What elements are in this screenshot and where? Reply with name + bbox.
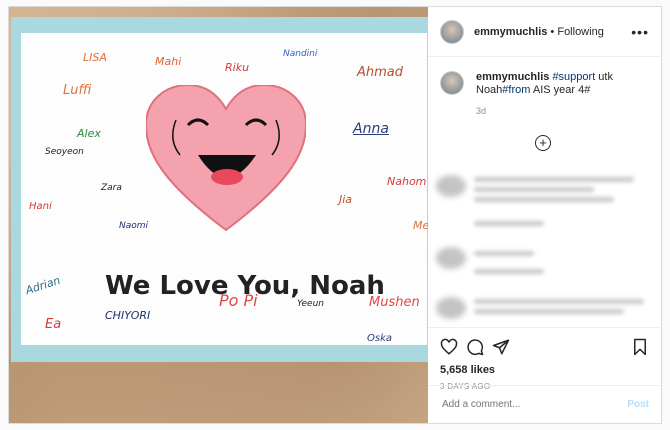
handwritten-name: Zara: [101, 183, 122, 193]
caption-age: 3d: [476, 106, 487, 116]
hashtag-link[interactable]: #from: [502, 84, 530, 96]
handwritten-name: Nandini: [283, 49, 318, 59]
comment-icon[interactable]: [466, 338, 484, 356]
handwritten-name: Naomi: [119, 221, 149, 231]
handwritten-name: Anna: [353, 121, 389, 137]
avatar[interactable]: [440, 71, 464, 95]
handwritten-name: Luffi: [63, 83, 92, 98]
post-sidebar: emmymuchlis • Following ••• emmymuchlis …: [428, 7, 661, 423]
caption-part: utk: [595, 71, 613, 83]
handwritten-name: Jia: [339, 193, 353, 206]
smiling-heart-image: [146, 85, 306, 232]
post-button[interactable]: Post: [627, 399, 649, 410]
handwritten-name: Ahmad: [357, 65, 404, 80]
caption-username[interactable]: emmymuchlis: [476, 71, 549, 83]
separator-dot: •: [547, 25, 558, 38]
post-actions: 5,658 likes 3 DAYS AGO: [428, 327, 661, 391]
post-caption: emmymuchlis #support utk Noah#from AIS y…: [428, 57, 661, 118]
caption-part: Noah: [476, 84, 503, 96]
handwritten-name: Yeeun: [297, 299, 324, 309]
post-header: emmymuchlis • Following •••: [428, 7, 661, 57]
handwritten-name: Alex: [77, 127, 101, 140]
handwritten-name: Oska: [367, 333, 392, 344]
handwritten-name: CHIYORI: [105, 309, 151, 322]
header-user: emmymuchlis • Following: [474, 26, 604, 38]
comment-input[interactable]: [440, 398, 628, 411]
action-icons: [440, 338, 649, 356]
likes-count[interactable]: 5,658 likes: [440, 364, 649, 376]
username-link[interactable]: emmymuchlis: [474, 26, 547, 38]
handwritten-name: LISA: [83, 51, 107, 64]
more-horizontal-icon[interactable]: •••: [631, 24, 649, 40]
handwritten-name: Ea: [45, 317, 62, 332]
share-icon[interactable]: [492, 338, 510, 356]
handwritten-name: Nahom: [387, 175, 427, 188]
instagram-post: We Love You, Noah LISA Mahi Riku Nandini…: [8, 6, 662, 424]
post-photo[interactable]: We Love You, Noah LISA Mahi Riku Nandini…: [9, 7, 428, 423]
bookmark-icon[interactable]: [631, 338, 649, 356]
add-comment-bar: Post: [428, 385, 661, 423]
poster-paper: We Love You, Noah LISA Mahi Riku Nandini…: [21, 33, 428, 345]
handwritten-name: Mahi: [155, 55, 182, 68]
handwritten-name: Riku: [225, 61, 250, 74]
handwritten-name: Po Pi: [219, 291, 258, 310]
avatar[interactable]: [440, 19, 464, 44]
handwritten-name: Seoyeon: [45, 147, 84, 157]
plus-circle-icon[interactable]: +: [535, 135, 551, 151]
handwritten-name: Adrian: [23, 273, 62, 298]
handwritten-name: Hani: [29, 201, 52, 212]
caption-text: emmymuchlis #support utk Noah#from AIS y…: [476, 71, 613, 118]
heart-icon[interactable]: [440, 338, 458, 356]
hashtag-link[interactable]: #support: [552, 71, 595, 83]
handwritten-name: Mushen: [369, 295, 420, 310]
handwritten-name: Me: [413, 219, 428, 232]
following-status[interactable]: Following: [557, 26, 603, 38]
caption-part: AIS year 4#: [530, 84, 591, 96]
